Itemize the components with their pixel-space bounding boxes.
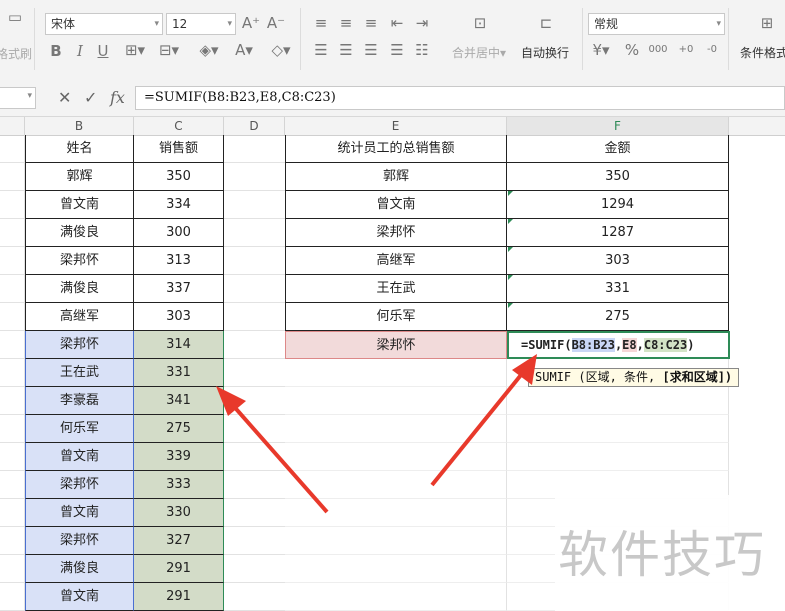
arrow-right	[430, 354, 537, 487]
arrow-left-head	[216, 386, 246, 416]
arrow-left-shaft	[228, 400, 329, 514]
arrow-right-shaft	[430, 368, 527, 487]
watermark-text: 软件技巧	[558, 526, 766, 584]
arrow-left	[216, 386, 329, 514]
watermark: 软件技巧	[555, 495, 785, 611]
